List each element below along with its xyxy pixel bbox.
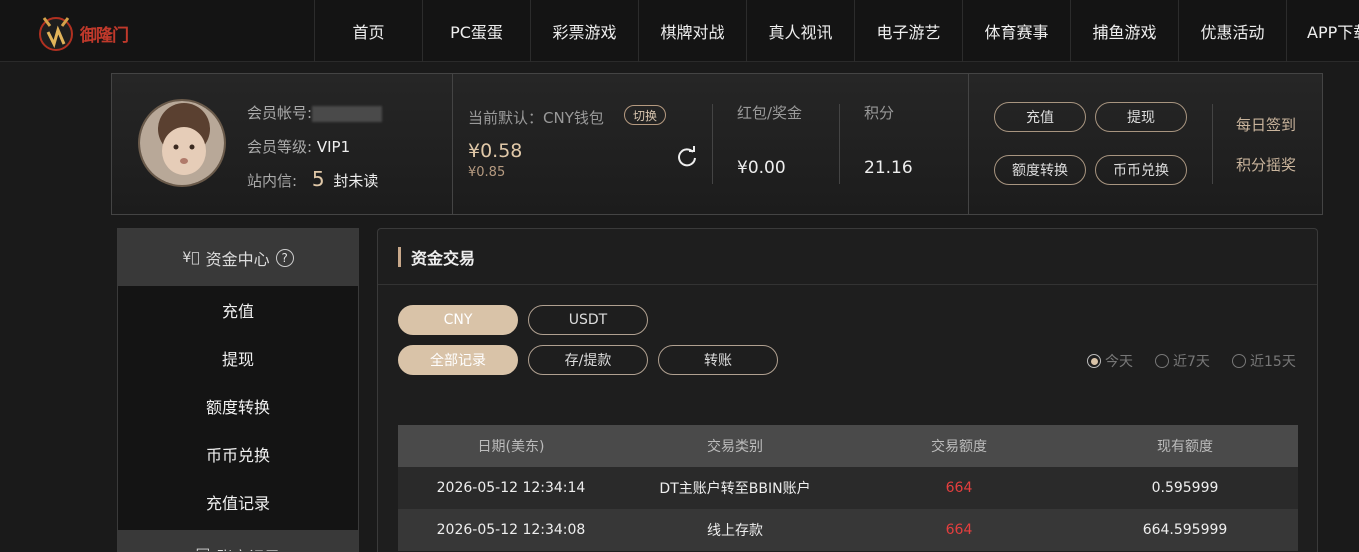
- table-row: 2026-05-12 12:34:14 DT主账户转至BBIN账户 664 0.…: [398, 467, 1298, 509]
- sidebar-item-deposit-records[interactable]: 充值记录: [118, 478, 358, 526]
- withdraw-button[interactable]: 提现: [1095, 102, 1187, 132]
- sidebar-item-withdraw[interactable]: 提现: [118, 334, 358, 382]
- brand-name: 御隆门: [80, 26, 129, 46]
- unread-suffix: 封未读: [333, 172, 379, 190]
- account-row: 会员帐号:: [247, 102, 383, 123]
- range-today[interactable]: 今天: [1087, 351, 1133, 371]
- sidebar-item-deposit[interactable]: 充值: [118, 286, 358, 334]
- nav-pc-egg[interactable]: PC蛋蛋: [422, 0, 530, 62]
- nav-board-games[interactable]: 棋牌对战: [638, 0, 746, 62]
- switch-wallet-button[interactable]: 切换: [624, 105, 666, 125]
- divider: [839, 104, 840, 184]
- sidebar-item-transfer[interactable]: 额度转换: [118, 382, 358, 430]
- sidebar: ¥⃝ 资金中心 ? 充值 提现 额度转换 币币兑换 充值记录 ▤ 账户记录: [117, 228, 359, 552]
- sidebar-header: ¥⃝ 资金中心 ?: [118, 229, 358, 286]
- sidebar-section-label: 账户记录: [217, 544, 281, 551]
- level-label: 会员等级:: [247, 138, 313, 156]
- sidebar-title: 资金中心: [205, 249, 270, 269]
- mail-label: 站内信:: [247, 172, 298, 190]
- transfer-button[interactable]: 额度转换: [994, 155, 1086, 185]
- avatar[interactable]: [138, 99, 226, 187]
- panel-title: 资金交易: [378, 229, 1317, 285]
- refresh-icon[interactable]: [676, 146, 698, 168]
- table-header: 日期(美东) 交易类别 交易额度 现有额度: [398, 425, 1298, 467]
- range-7-days[interactable]: 近7天: [1155, 351, 1210, 371]
- daily-checkin-link[interactable]: 每日签到: [1236, 114, 1296, 135]
- cell-amount: 664: [945, 522, 973, 538]
- yen-icon: ¥⃝: [182, 249, 200, 266]
- range-label: 今天: [1105, 354, 1133, 370]
- currency-tab-cny[interactable]: CNY: [398, 305, 518, 335]
- exchange-button[interactable]: 币币兑换: [1095, 155, 1187, 185]
- points-label: 积分: [864, 104, 895, 122]
- cell-type: 线上存款: [707, 523, 763, 539]
- unread-count: 5: [311, 167, 325, 191]
- nav-lottery[interactable]: 彩票游戏: [530, 0, 638, 62]
- cell-type: DT主账户转至BBIN账户: [659, 481, 811, 497]
- nav-sports[interactable]: 体育赛事: [962, 0, 1070, 62]
- table-row: 2026-05-12 12:34:08 线上存款 664 664.595999: [398, 509, 1298, 551]
- nav-live-casino[interactable]: 真人视讯: [746, 0, 854, 62]
- sidebar-section-account-records[interactable]: ▤ 账户记录: [118, 530, 358, 551]
- account-label: 会员帐号:: [247, 104, 313, 122]
- level-row: 会员等级: VIP1: [247, 136, 350, 157]
- transactions-table: 日期(美东) 交易类别 交易额度 现有额度 2026-05-12 12:34:1…: [398, 425, 1298, 551]
- points-lottery-link[interactable]: 积分摇奖: [1236, 154, 1296, 175]
- top-navbar: 御隆门 首页 PC蛋蛋 彩票游戏 棋牌对战 真人视讯 电子游艺 体育赛事 捕鱼游…: [0, 0, 1359, 62]
- deposit-button[interactable]: 充值: [994, 102, 1086, 132]
- divider: [968, 74, 969, 214]
- main-nav: 首页 PC蛋蛋 彩票游戏 棋牌对战 真人视讯 电子游艺 体育赛事 捕鱼游戏 优惠…: [314, 0, 1359, 62]
- range-label: 近7天: [1173, 354, 1210, 370]
- radio-icon: [1155, 354, 1169, 368]
- type-tab-deposit-withdraw[interactable]: 存/提款: [528, 345, 648, 375]
- level-value: VIP1: [316, 138, 351, 156]
- nav-fishing[interactable]: 捕鱼游戏: [1070, 0, 1178, 62]
- col-date: 日期(美东): [477, 439, 545, 455]
- nav-home[interactable]: 首页: [314, 0, 422, 62]
- cell-balance: 664.595999: [1142, 522, 1228, 538]
- nav-promotions[interactable]: 优惠活动: [1178, 0, 1286, 62]
- account-masked-value: [312, 105, 383, 122]
- nav-app-download[interactable]: APP下载: [1286, 0, 1359, 62]
- mail-row[interactable]: 站内信: 5 封未读: [247, 167, 378, 191]
- range-15-days[interactable]: 近15天: [1232, 351, 1296, 371]
- wallet-balance-sub: ¥0.85: [468, 165, 506, 180]
- logo-icon: [39, 17, 73, 51]
- member-summary: 会员帐号: 会员等级: VIP1 站内信: 5 封未读 当前默认：CNY钱包 切…: [111, 73, 1323, 215]
- points-value: 21.16: [864, 158, 913, 178]
- nav-slots[interactable]: 电子游艺: [854, 0, 962, 62]
- sidebar-item-exchange[interactable]: 币币兑换: [118, 430, 358, 478]
- col-amount: 交易额度: [931, 439, 987, 455]
- radio-icon: [1087, 354, 1101, 368]
- cell-date: 2026-05-12 12:34:14: [436, 480, 586, 496]
- wallet-balance: ¥0.58: [468, 140, 523, 162]
- bonus-label: 红包/奖金: [737, 104, 803, 122]
- cell-date: 2026-05-12 12:34:08: [436, 522, 586, 538]
- divider: [1212, 104, 1213, 184]
- col-balance: 现有额度: [1157, 439, 1213, 455]
- currency-tab-usdt[interactable]: USDT: [528, 305, 648, 335]
- cell-balance: 0.595999: [1151, 480, 1219, 496]
- brand-logo[interactable]: 御隆门: [36, 10, 146, 54]
- record-icon: ▤: [195, 544, 210, 551]
- help-icon[interactable]: ?: [275, 248, 294, 267]
- type-tab-all[interactable]: 全部记录: [398, 345, 518, 375]
- cell-amount: 664: [945, 480, 973, 496]
- radio-icon: [1232, 354, 1246, 368]
- default-wallet-label: 当前默认：CNY钱包: [468, 109, 604, 127]
- type-tab-transfer[interactable]: 转账: [658, 345, 778, 375]
- divider: [712, 104, 713, 184]
- col-type: 交易类别: [707, 439, 763, 455]
- range-label: 近15天: [1250, 354, 1296, 370]
- bonus-value: ¥0.00: [737, 158, 786, 178]
- transactions-panel: 资金交易 CNY USDT 全部记录 存/提款 转账 今天 近7天 近15天 日…: [377, 228, 1318, 552]
- divider: [452, 74, 453, 214]
